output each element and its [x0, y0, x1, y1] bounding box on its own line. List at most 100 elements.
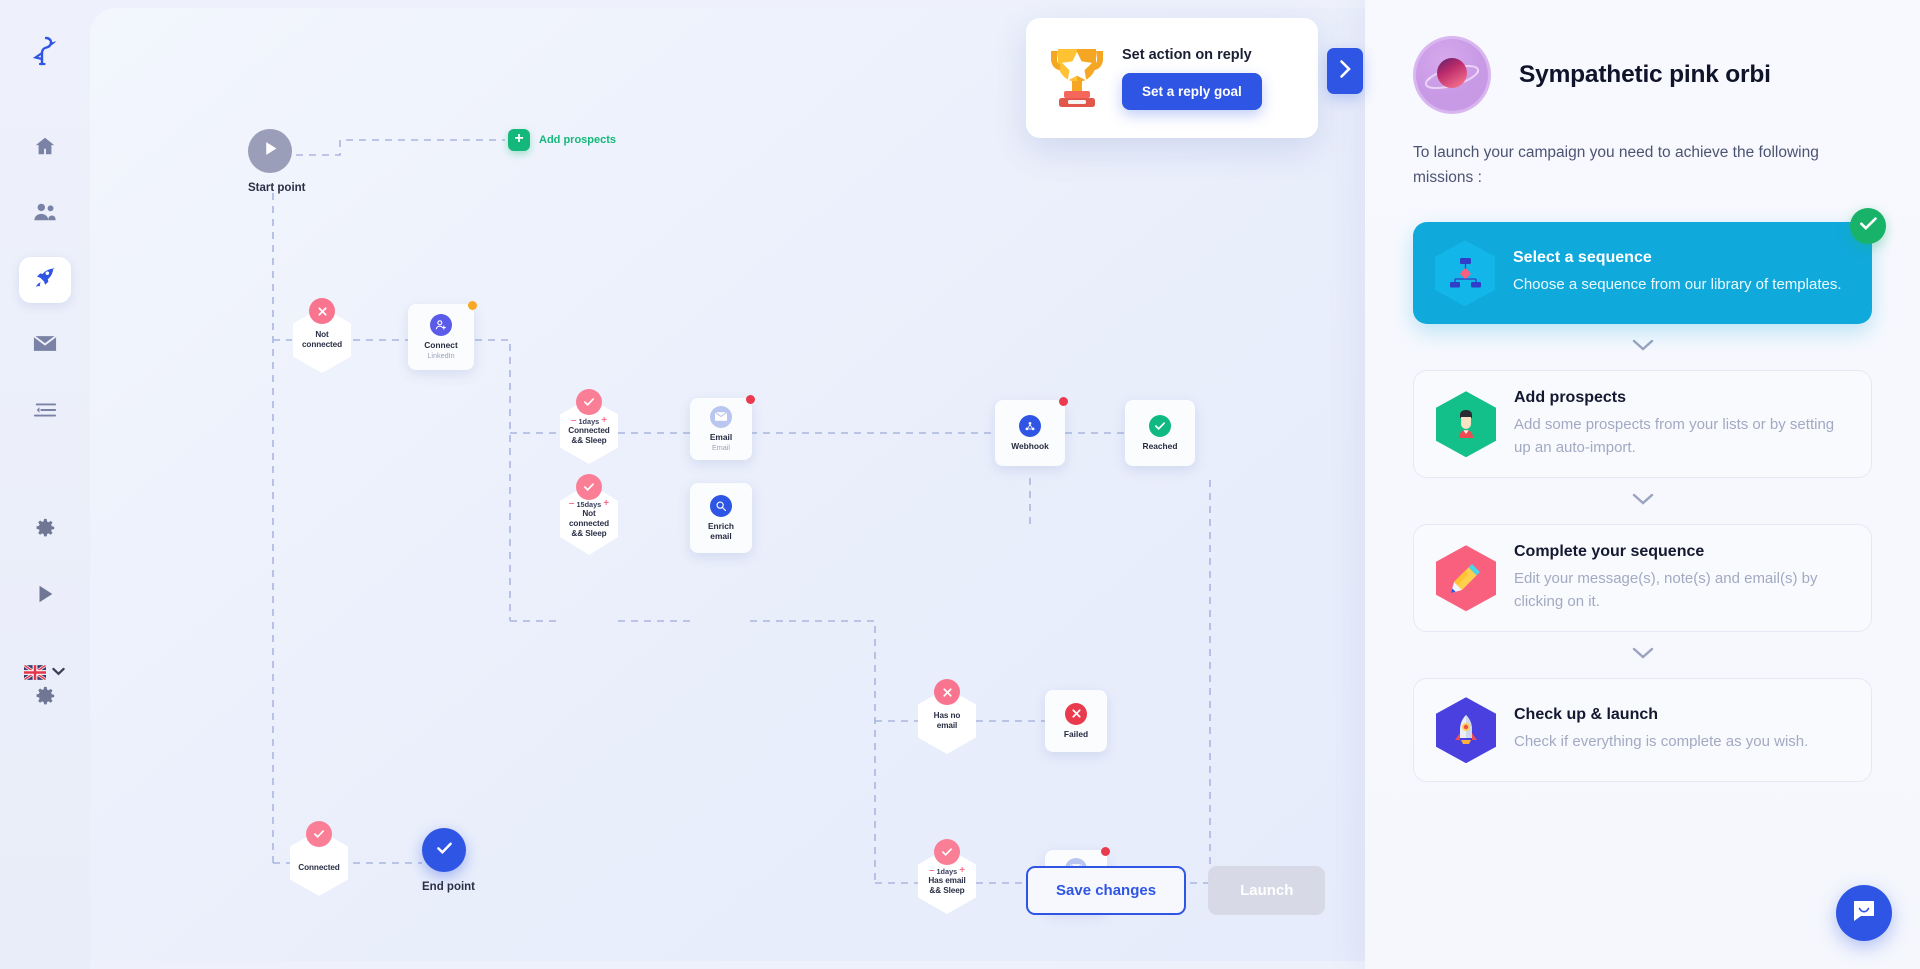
mission-title: Add prospects — [1514, 389, 1849, 407]
search-email-icon — [710, 495, 732, 517]
node-label-line2: email — [934, 721, 961, 731]
canvas-action-bar: Save changes Launch — [1026, 866, 1325, 915]
flow-end-point[interactable]: End point — [422, 828, 475, 893]
sleep-stepper[interactable]: – 1days + — [571, 416, 607, 426]
warning-dot-icon — [468, 301, 477, 310]
home-icon — [34, 135, 56, 162]
plus-icon: + — [508, 129, 530, 151]
node-label-line1: Not — [569, 509, 609, 519]
mission-check-up-and-launch[interactable]: Check up & launch Check if everything is… — [1413, 678, 1872, 782]
node-connected[interactable]: Connected — [290, 830, 348, 896]
node-connect-linkedin[interactable]: Connect LinkedIn — [408, 304, 474, 370]
sleep-plus-button[interactable]: + — [603, 499, 609, 509]
sleep-stepper[interactable]: – 15days + — [569, 499, 609, 509]
node-title-line1: Enrich — [708, 521, 734, 531]
node-enrich-email[interactable]: Enrich email — [690, 483, 752, 553]
check-badge-icon — [576, 389, 602, 415]
panel-toggle-button[interactable] — [1327, 48, 1363, 94]
mission-description: Add some prospects from your lists or by… — [1514, 414, 1849, 459]
node-webhook[interactable]: Webhook — [995, 400, 1065, 466]
mission-title: Complete your sequence — [1514, 543, 1849, 561]
campaign-missions-panel: Sympathetic pink orbi To launch your cam… — [1365, 0, 1920, 969]
flow-start-point[interactable]: Start point — [248, 129, 306, 194]
end-point-circle[interactable] — [422, 828, 466, 872]
page-title: Sympathetic pink orbi — [1519, 61, 1771, 89]
sidebar-item-inbox[interactable] — [19, 323, 71, 369]
mission-select-a-sequence[interactable]: Select a sequence Choose a sequence from… — [1413, 222, 1872, 324]
reply-card-title: Set action on reply — [1122, 47, 1262, 63]
check-icon — [436, 841, 453, 860]
check-icon — [1859, 216, 1878, 236]
sidebar-item-tasks[interactable] — [19, 573, 71, 619]
status-badge — [1850, 208, 1886, 244]
node-failed[interactable]: Failed — [1045, 690, 1107, 752]
launch-button[interactable]: Launch — [1208, 866, 1325, 915]
node-label-line2: && Sleep — [568, 436, 609, 446]
node-not-connected[interactable]: Not connected — [293, 307, 351, 373]
node-label-line1: Connected — [568, 426, 609, 436]
gear-icon — [34, 685, 56, 712]
play-icon — [262, 140, 279, 162]
sleep-minus-button[interactable]: – — [929, 866, 935, 876]
sleep-stepper[interactable]: – 1days + — [929, 866, 965, 876]
sidebar-item-home[interactable] — [19, 125, 71, 171]
mission-description: Choose a sequence from our library of te… — [1513, 274, 1842, 297]
cross-badge-icon — [934, 679, 960, 705]
mission-complete-your-sequence[interactable]: Complete your sequence Edit your message… — [1413, 524, 1872, 632]
sleep-minus-button[interactable]: – — [571, 416, 577, 426]
sleep-minus-button[interactable]: – — [569, 499, 575, 509]
mission-add-prospects[interactable]: Add prospects Add some prospects from yo… — [1413, 370, 1872, 478]
sequence-canvas[interactable]: Start point + Add prospects Not connecte… — [90, 8, 1365, 961]
node-label-line2: connected — [569, 519, 609, 529]
rocket-icon — [1436, 697, 1496, 763]
node-label-line2: connected — [302, 340, 342, 350]
chevron-down-icon — [1632, 338, 1654, 356]
check-badge-icon — [576, 474, 602, 500]
set-reply-goal-button[interactable]: Set a reply goal — [1122, 73, 1262, 110]
uk-flag-icon — [24, 665, 46, 680]
person-add-icon — [430, 314, 452, 336]
mission-separator — [1413, 478, 1872, 524]
node-title-line2: email — [710, 531, 731, 541]
flamingo-logo-icon[interactable] — [32, 36, 58, 71]
chat-bubble-button[interactable] — [1836, 885, 1892, 941]
cross-icon — [1065, 703, 1087, 725]
node-label-line1: Not — [302, 330, 342, 340]
sleep-plus-button[interactable]: + — [601, 416, 607, 426]
check-badge-icon — [934, 839, 960, 865]
start-point-circle[interactable] — [248, 129, 292, 173]
node-title: Reached — [1143, 441, 1178, 451]
node-connected-and-sleep[interactable]: – 1days + Connected && Sleep — [560, 398, 618, 464]
node-reached[interactable]: Reached — [1125, 400, 1195, 466]
sidebar-item-prospects[interactable] — [19, 191, 71, 237]
people-icon — [33, 201, 57, 228]
node-subtitle: LinkedIn — [427, 351, 454, 360]
sequence-flow-icon — [1435, 240, 1495, 306]
sidebar-item-preferences[interactable] — [19, 675, 71, 721]
sidebar-item-campaigns[interactable] — [19, 257, 71, 303]
set-reply-goal-card: Set action on reply Set a reply goal — [1026, 18, 1318, 138]
prospect-avatar-icon — [1436, 391, 1496, 457]
node-not-connected-and-sleep[interactable]: – 15days + Not connected && Sleep — [560, 483, 618, 555]
add-prospects-action[interactable]: + Add prospects — [508, 129, 616, 151]
trophy-icon — [1046, 41, 1108, 116]
node-has-no-email[interactable]: Has no email — [918, 688, 976, 754]
planet-orbit-icon — [1413, 36, 1491, 114]
mission-separator — [1413, 632, 1872, 678]
chat-bubble-icon — [1851, 898, 1877, 929]
chevron-down-icon — [52, 663, 65, 681]
save-changes-button[interactable]: Save changes — [1026, 866, 1186, 915]
sidebar-item-filters[interactable] — [19, 389, 71, 435]
sleep-value: 15days — [576, 500, 601, 509]
chevron-right-icon — [1339, 59, 1352, 84]
sidebar-item-settings[interactable] — [19, 507, 71, 553]
language-selector[interactable] — [24, 663, 65, 681]
mission-title: Check up & launch — [1514, 706, 1808, 724]
node-email-1[interactable]: Email Email — [690, 398, 752, 460]
check-badge-icon — [306, 821, 332, 847]
mission-title: Select a sequence — [1513, 249, 1842, 267]
chevron-down-icon — [1632, 646, 1654, 664]
error-dot-icon — [1101, 847, 1110, 856]
node-has-email-and-sleep[interactable]: – 1days + Has email && Sleep — [918, 848, 976, 914]
sleep-plus-button[interactable]: + — [959, 866, 965, 876]
